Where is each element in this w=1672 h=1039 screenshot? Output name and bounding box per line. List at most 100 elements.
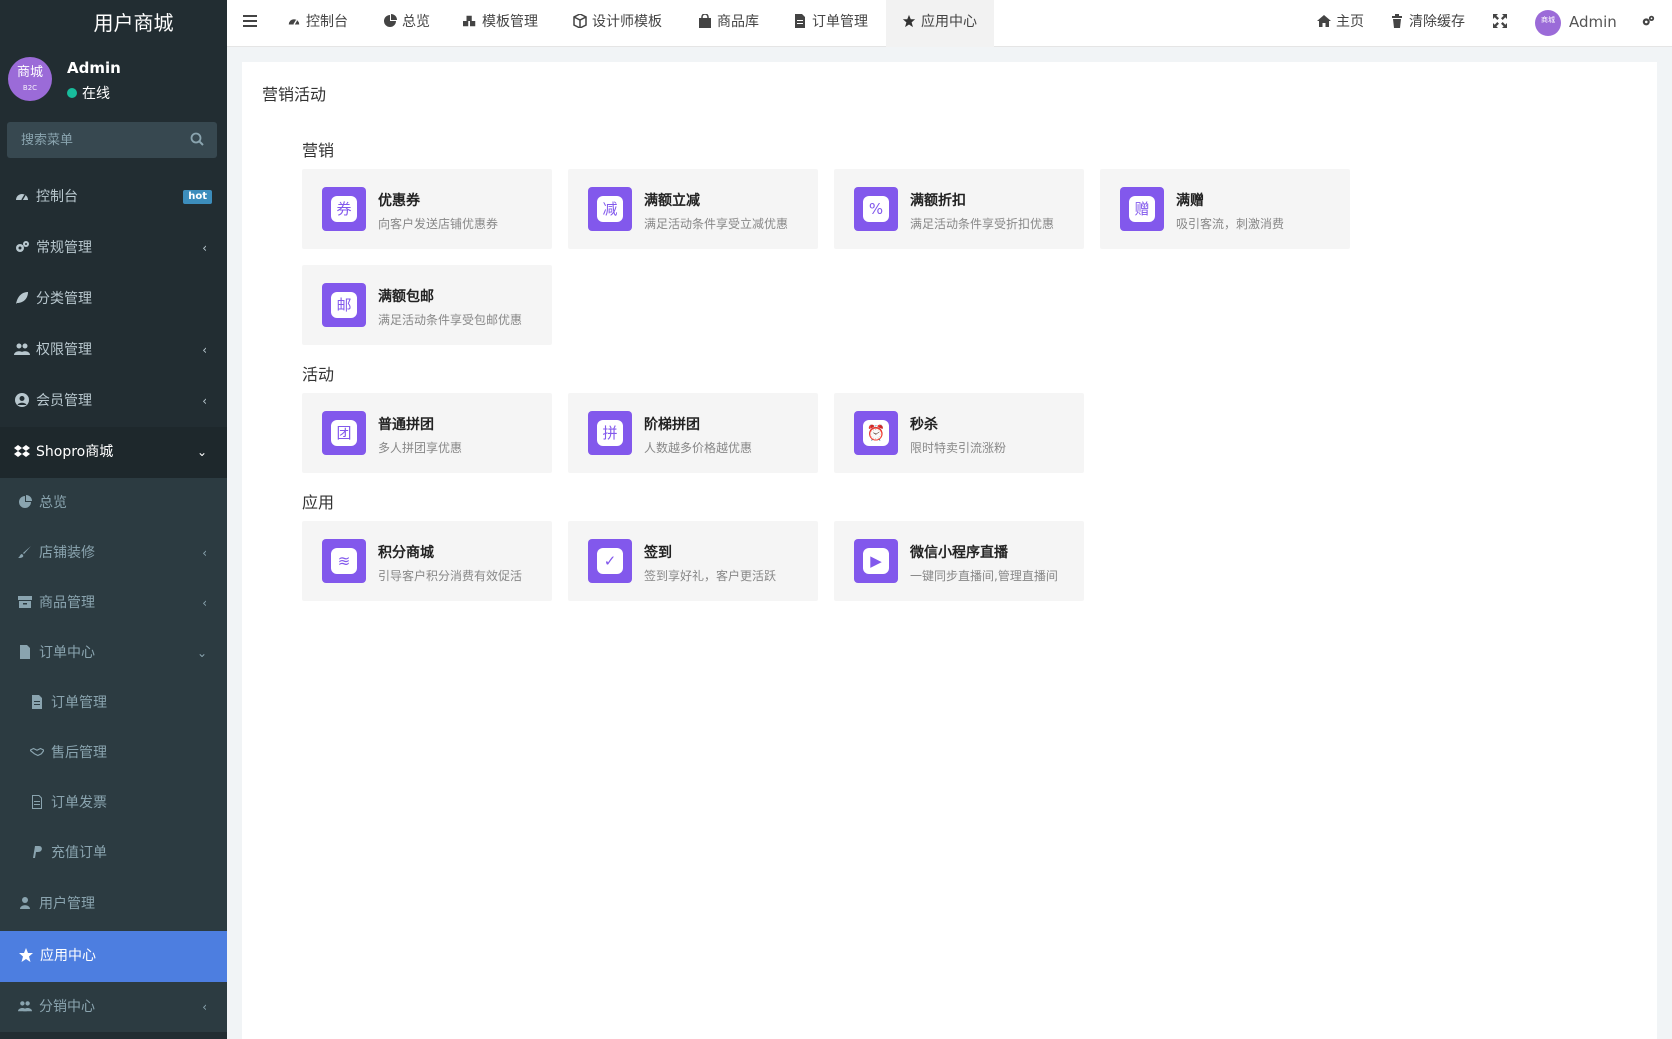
shopping-bag-icon [699,14,711,28]
sidebar-item-overview[interactable]: 总览 [0,478,227,528]
tab-dashboard[interactable]: 控制台 [287,0,348,47]
sidebar-item-label: 店铺装修 [39,545,95,561]
card-points-mall[interactable]: ≋ 积分商城 引导客户积分消费有效促活 [302,521,552,601]
sidebar: 用户商城 商城 B2C Admin 在线 控制台 hot 常规管理 ‹ 分类管理… [0,0,227,1039]
tab-label: 总览 [402,14,430,30]
sidebar-item-category[interactable]: 分类管理 [0,274,227,325]
tab-designer-template[interactable]: 设计师模板 [573,0,662,47]
pie-chart-icon [19,495,32,508]
star-icon [19,948,33,962]
icon-glyph: ≋ [331,548,357,574]
sidebar-item-label: 用户管理 [39,896,95,912]
card-name: 秒杀 [910,417,938,433]
clear-cache-button[interactable]: 清除缓存 [1390,0,1465,47]
card-free-shipping[interactable]: 邮 满额包邮 满足活动条件享受包邮优惠 [302,265,552,345]
user-circle-icon [15,393,29,407]
tab-label: 控制台 [306,14,348,30]
admin-user-menu[interactable]: 商城 Admin [1535,0,1617,47]
tab-template-manage[interactable]: 模板管理 [463,0,538,47]
chevron-left-icon: ‹ [202,546,207,560]
chevron-left-icon: ‹ [202,241,207,255]
card-full-discount[interactable]: % 满额折扣 满足活动条件享受折扣优惠 [834,169,1084,249]
sidebar-item-label: 权限管理 [36,342,92,358]
sidebar-item-order-center[interactable]: 订单中心 ⌄ [0,628,227,678]
home-link[interactable]: 主页 [1317,0,1364,47]
sidebar-item-label: 订单中心 [39,645,95,661]
hot-badge: hot [183,190,212,204]
card-desc: 签到享好礼，客户更活跃 [644,569,777,583]
file-icon [795,14,805,28]
icon-glyph: % [863,196,889,222]
sidebar-item-general[interactable]: 常规管理 ‹ [0,223,227,274]
tab-goods-library[interactable]: 商品库 [698,0,759,47]
cubes-icon [463,15,476,27]
tab-label: 应用中心 [921,14,977,30]
reduce-icon: 减 [588,187,632,231]
shopro-submenu: 总览 店铺装修 ‹ 商品管理 ‹ 订单中心 ⌄ 订单管理 售后管理 订单发票 充… [0,478,227,931]
coupon-icon: 券 [322,187,366,231]
brand-title[interactable]: 用户商城 [0,0,227,47]
sidebar-item-permission[interactable]: 权限管理 ‹ [0,325,227,376]
gift-icon: 赠 [1120,187,1164,231]
file-text-icon [32,695,42,709]
icon-glyph: 拼 [597,420,623,446]
card-ladder-group-buy[interactable]: 拼 阶梯拼团 人数越多价格越优惠 [568,393,818,473]
card-coupon[interactable]: 券 优惠券 向客户发送店铺优惠券 [302,169,552,249]
sidebar-item-label: 分类管理 [36,291,92,307]
card-desc: 满足活动条件享受折扣优惠 [910,217,1055,231]
sidebar-item-label: 商品管理 [39,595,95,611]
card-name: 满赠 [1176,193,1204,209]
tab-app-center[interactable]: 应用中心 [886,0,994,47]
icon-glyph: 团 [331,420,357,446]
sidebar-item-label: 订单管理 [51,695,107,711]
search-icon[interactable] [189,131,205,147]
settings-button[interactable] [1641,0,1660,47]
tab-order-manage[interactable]: 订单管理 [793,0,868,47]
cube-icon [573,14,587,28]
card-flash-sale[interactable]: ⏰ 秒杀 限时特卖引流涨粉 [834,393,1084,473]
avatar-text: 商城 [16,65,43,80]
sidebar-item-label: 充值订单 [51,845,107,861]
sidebar-item-users[interactable]: 用户管理 [0,878,227,931]
sidebar-item-aftersale[interactable]: 售后管理 [0,728,227,778]
hamburger-menu-icon[interactable] [243,15,257,27]
card-name: 普通拼团 [378,417,434,433]
card-full-gift[interactable]: 赠 满赠 吸引客流，刺激消费 [1100,169,1350,249]
archive-icon [18,596,32,608]
card-sign-in[interactable]: ✓ 签到 签到享好礼，客户更活跃 [568,521,818,601]
fullscreen-button[interactable] [1493,0,1512,47]
card-wechat-live[interactable]: ▶ 微信小程序直播 一键同步直播间,管理直播间 [834,521,1084,601]
search-input[interactable] [7,122,187,158]
ladder-group-icon: 拼 [588,411,632,455]
sidebar-item-member[interactable]: 会员管理 ‹ [0,376,227,427]
content-panel: 营销活动 营销 券 优惠券 向客户发送店铺优惠券 减 满额立减 满足活动条件享受… [242,62,1657,1039]
card-desc: 满足活动条件享受包邮优惠 [378,313,523,327]
user-name: Admin [67,59,121,77]
card-full-reduction[interactable]: 减 满额立减 满足活动条件享受立减优惠 [568,169,818,249]
card-name: 积分商城 [378,545,434,561]
sidebar-item-invoice[interactable]: 订单发票 [0,778,227,828]
group-icon [18,1001,32,1012]
card-group-buy[interactable]: 团 普通拼团 多人拼团享优惠 [302,393,552,473]
chevron-down-icon: ⌄ [196,646,207,660]
clear-cache-label: 清除缓存 [1409,14,1465,30]
tab-label: 订单管理 [812,14,868,30]
shipping-icon: 邮 [322,283,366,327]
dropbox-icon [14,445,30,457]
sidebar-item-distribution[interactable]: 分销中心 ‹ [0,982,227,1032]
cogs-icon [1642,15,1655,26]
top-navbar: 控制台 总览 模板管理 设计师模板 商品库 订单管理 应用中心 主页 清除缓存 … [227,0,1672,47]
sidebar-item-shopro[interactable]: Shopro商城 ⌄ [0,427,227,478]
sidebar-item-decoration[interactable]: 店铺装修 ‹ [0,528,227,578]
sidebar-item-order-manage[interactable]: 订单管理 [0,678,227,728]
tab-label: 设计师模板 [592,14,662,30]
sidebar-item-label: 售后管理 [51,745,107,761]
icon-glyph: ✓ [597,548,623,574]
file-outline-icon [32,795,42,809]
sidebar-item-recharge[interactable]: 充值订单 [0,828,227,878]
sidebar-item-dashboard[interactable]: 控制台 hot [0,172,227,223]
tab-overview[interactable]: 总览 [383,0,430,47]
avatar: 商城 [1535,9,1561,36]
sidebar-item-goods[interactable]: 商品管理 ‹ [0,578,227,628]
sidebar-item-app-center[interactable]: 应用中心 [0,931,227,982]
